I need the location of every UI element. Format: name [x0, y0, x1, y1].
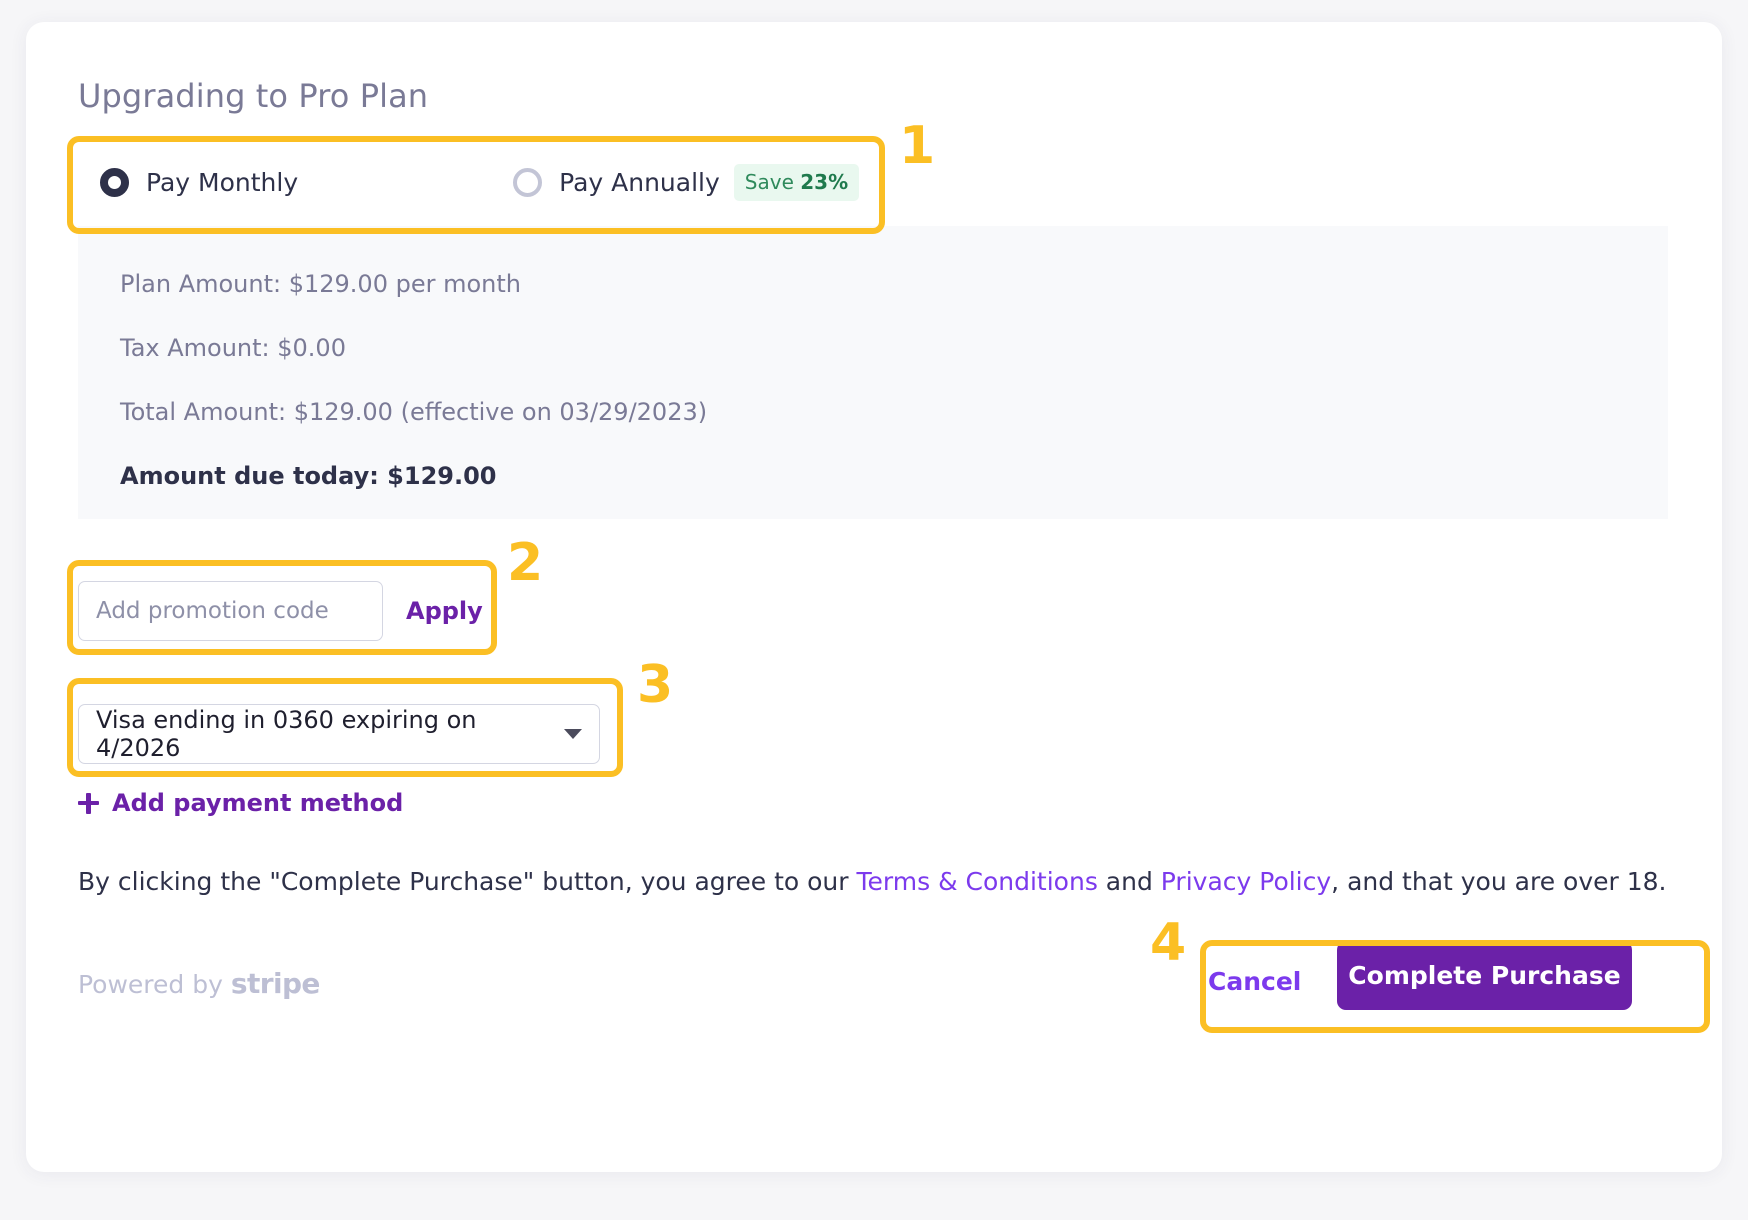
add-payment-method-label: Add payment method — [112, 789, 404, 817]
save-badge-value: 23% — [800, 169, 849, 194]
radio-annual-label: Pay Annually — [559, 167, 720, 197]
privacy-policy-link[interactable]: Privacy Policy — [1161, 867, 1331, 896]
billing-cycle-group: Pay Monthly Pay Annually Save 23% — [78, 146, 868, 218]
terms-text-after: , and that you are over 18. — [1331, 867, 1667, 896]
chevron-down-icon — [564, 729, 582, 739]
radio-annual-icon[interactable] — [513, 167, 543, 197]
payment-method-value: Visa ending in 0360 expiring on 4/2026 — [96, 706, 477, 762]
apply-promo-button[interactable]: Apply — [406, 597, 483, 625]
summary-plan-amount: Plan Amount: $129.00 per month — [120, 270, 521, 298]
terms-text-between: and — [1097, 867, 1161, 896]
terms-disclaimer: By clicking the "Complete Purchase" butt… — [78, 867, 1666, 896]
promotion-code-input[interactable] — [78, 581, 383, 641]
powered-by-label: Powered by — [78, 970, 223, 999]
plus-icon — [78, 792, 99, 814]
summary-amount-due-today: Amount due today: $129.00 — [120, 462, 497, 490]
page-title: Upgrading to Pro Plan — [78, 77, 429, 115]
radio-monthly-label: Pay Monthly — [146, 167, 299, 197]
terms-text-before: By clicking the "Complete Purchase" butt… — [78, 867, 857, 896]
stripe-logo: stripe — [230, 967, 320, 1000]
radio-option-pay-monthly[interactable]: Pay Monthly — [100, 146, 298, 218]
cancel-button[interactable]: Cancel — [1208, 967, 1301, 996]
order-summary-panel: Plan Amount: $129.00 per month Tax Amoun… — [78, 226, 1668, 519]
save-badge-prefix: Save — [744, 169, 801, 194]
payment-method-select[interactable]: Visa ending in 0360 expiring on 4/2026 — [78, 704, 600, 764]
radio-monthly-icon[interactable] — [100, 167, 129, 197]
summary-total-amount: Total Amount: $129.00 (effective on 03/2… — [120, 398, 708, 426]
add-payment-method-link[interactable]: Add payment method — [78, 789, 403, 817]
upgrade-checkout-card: Upgrading to Pro Plan Pay Monthly Pay An… — [26, 22, 1722, 1172]
radio-option-pay-annually[interactable]: Pay Annually Save 23% — [513, 146, 860, 218]
promotion-code-row: Apply — [78, 581, 483, 641]
summary-tax-amount: Tax Amount: $0.00 — [120, 334, 346, 362]
powered-by-stripe: Powered by stripe — [78, 967, 320, 1000]
terms-conditions-link[interactable]: Terms & Conditions — [857, 867, 1098, 896]
status-badge-save: Save 23% — [733, 163, 860, 201]
complete-purchase-button[interactable]: Complete Purchase — [1337, 941, 1632, 1010]
